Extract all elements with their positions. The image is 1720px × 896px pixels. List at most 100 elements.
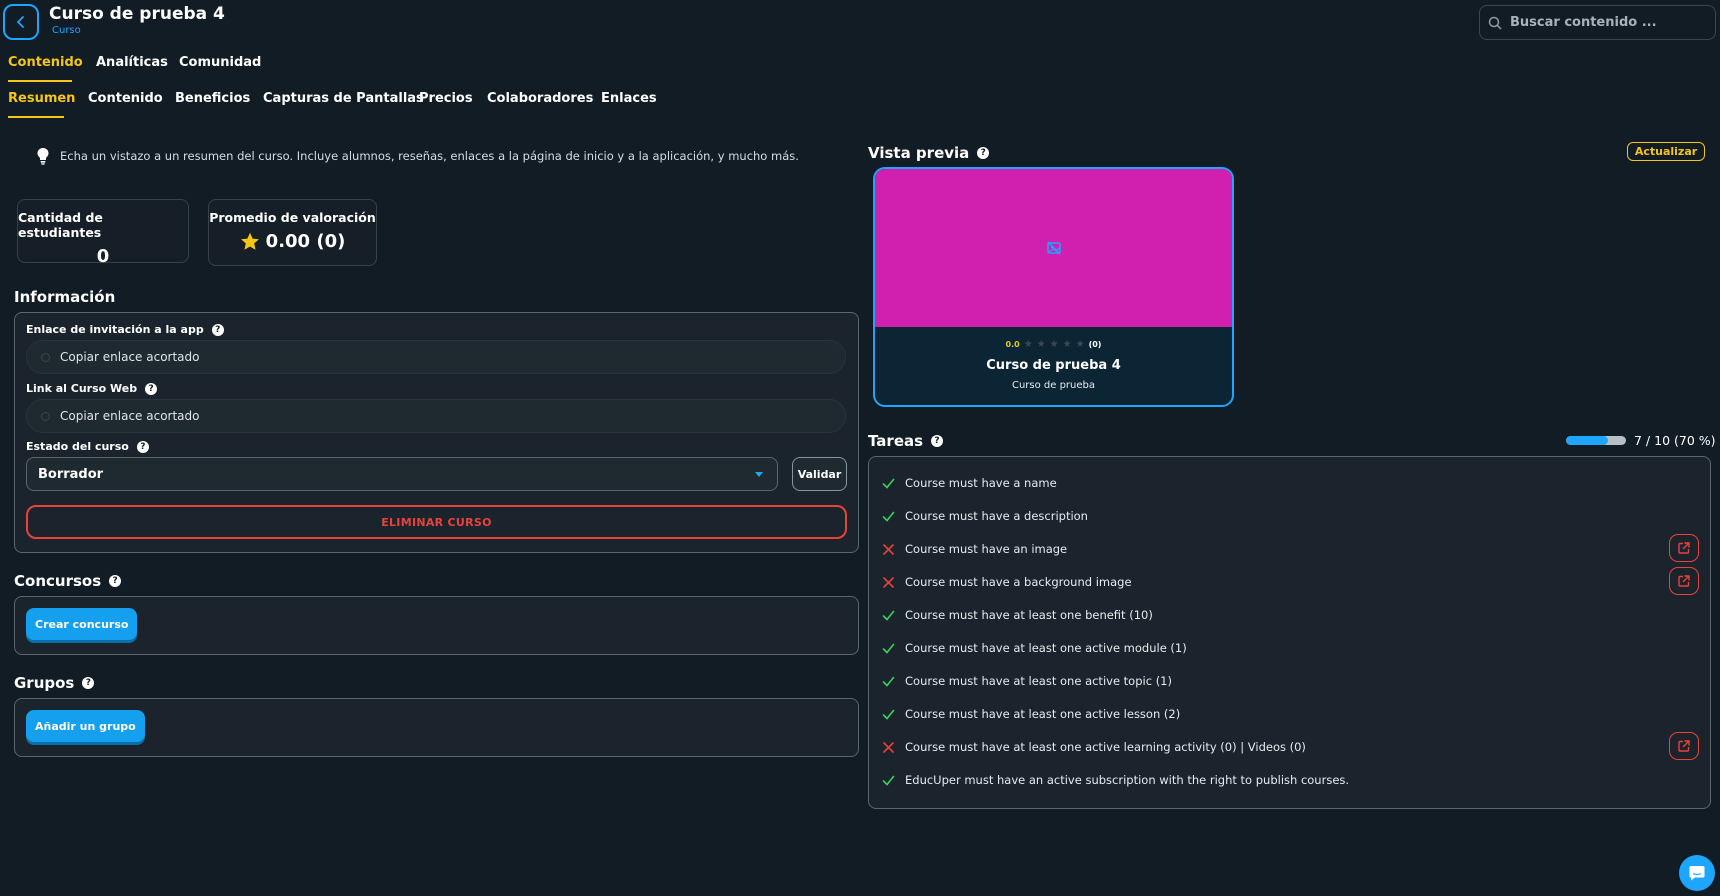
check-icon	[882, 511, 895, 522]
close-icon	[883, 576, 894, 588]
contests-panel: Crear concurso	[14, 596, 859, 655]
help-icon[interactable]: ?	[109, 575, 122, 587]
lightbulb-icon	[37, 148, 49, 165]
external-link-icon	[1678, 542, 1690, 554]
task-label: Course must have a name	[905, 476, 1057, 490]
help-icon[interactable]: ?	[977, 147, 990, 159]
search-input[interactable]	[1510, 15, 1690, 30]
preview-card-subtitle: Curso de prueba	[1011, 380, 1096, 391]
subtab-precios[interactable]: Precios	[419, 91, 473, 106]
rating-value-row: 0.00 (0)	[240, 231, 345, 252]
subtab-resumen[interactable]: Resumen	[8, 91, 75, 106]
tasks-progress-fill	[1566, 436, 1608, 445]
task-label: Course must have a description	[905, 509, 1088, 523]
status-label-row: Estado del curso ?	[26, 440, 149, 453]
help-icon[interactable]: ?	[145, 382, 158, 395]
star-icon: ★	[1062, 339, 1072, 350]
subtab-beneficios[interactable]: Beneficios	[175, 91, 250, 106]
info-section-title: Información	[14, 288, 115, 306]
preview-title-text: Vista previa	[868, 144, 970, 162]
rating-card: Promedio de valoración 0.00 (0)	[208, 199, 377, 266]
task-item: Course must have a description	[882, 509, 1088, 523]
delete-course-button[interactable]: ELIMINAR CURSO	[26, 505, 847, 539]
star-icon: ★	[1075, 339, 1085, 350]
app-link-value: Copiar enlace acortado	[60, 350, 200, 364]
external-link-icon	[1678, 575, 1690, 587]
search-icon	[1488, 16, 1502, 30]
info-title-text: Información	[14, 288, 116, 306]
task-label: Course must have at least one active mod…	[905, 641, 1187, 655]
status-label: Estado del curso	[26, 440, 129, 453]
status-select[interactable]: Borrador	[26, 457, 778, 491]
chat-icon	[1689, 866, 1705, 881]
info-panel: Enlace de invitación a la app ? Copiar e…	[14, 312, 859, 553]
star-icon: ★	[1023, 339, 1033, 350]
contests-title-text: Concursos	[14, 572, 102, 590]
web-link-value: Copiar enlace acortado	[60, 409, 200, 423]
tasks-section-title: Tareas ?	[868, 432, 944, 450]
task-item: Course must have at least one active mod…	[882, 641, 1187, 655]
star-icon: ★	[1036, 339, 1046, 350]
app-link-label: Enlace de invitación a la app	[26, 323, 204, 336]
caret-down-icon	[755, 471, 763, 477]
check-icon	[882, 709, 895, 720]
preview-card-title: Curso de prueba 4	[986, 358, 1121, 373]
groups-title-text: Grupos	[14, 674, 75, 692]
check-icon	[882, 775, 895, 786]
page-title: Curso de prueba 4	[49, 4, 225, 24]
preview-section-title: Vista previa ?	[868, 144, 990, 162]
course-preview-card[interactable]: 0.0 ★ ★ ★ ★ ★ (0) Curso de prueba 4 Curs…	[873, 167, 1234, 407]
tab-analiticas[interactable]: Analíticas	[96, 55, 168, 70]
tab-active-indicator	[8, 80, 72, 82]
web-link-field[interactable]: Copiar enlace acortado	[26, 399, 846, 433]
preview-body: 0.0 ★ ★ ★ ★ ★ (0) Curso de prueba 4 Curs…	[875, 327, 1232, 391]
image-missing-icon	[1046, 241, 1061, 255]
subtab-contenido[interactable]: Contenido	[88, 91, 163, 106]
link-status-icon	[41, 352, 50, 362]
tab-contenido[interactable]: Contenido	[8, 55, 83, 70]
subtab-colaboradores[interactable]: Colaboradores	[487, 91, 593, 106]
students-value: 0	[96, 246, 110, 267]
help-icon[interactable]: ?	[211, 323, 224, 336]
link-status-icon	[41, 411, 50, 421]
task-open-button[interactable]	[1669, 534, 1699, 562]
search-box[interactable]	[1479, 5, 1716, 40]
task-item: Course must have a name	[882, 476, 1057, 490]
subtab-active-indicator	[8, 116, 64, 118]
tab-comunidad[interactable]: Comunidad	[179, 55, 261, 70]
students-card: Cantidad de estudiantes 0	[17, 199, 189, 267]
back-button[interactable]	[3, 4, 39, 40]
help-icon[interactable]: ?	[136, 440, 149, 453]
task-open-button[interactable]	[1669, 732, 1699, 760]
chevron-left-icon	[16, 16, 24, 28]
check-icon	[882, 676, 895, 687]
help-icon[interactable]: ?	[82, 677, 95, 689]
task-label: Course must have at least one active lea…	[905, 740, 1306, 754]
subtab-enlaces[interactable]: Enlaces	[601, 91, 657, 106]
star-icon: ★	[1049, 339, 1059, 350]
task-item: Course must have at least one active top…	[882, 674, 1172, 688]
task-label: Course must have a background image	[905, 575, 1132, 589]
app-link-label-row: Enlace de invitación a la app ?	[26, 323, 224, 336]
task-item: EducUper must have an active subscriptio…	[882, 773, 1349, 787]
task-label: Course must have at least one active top…	[905, 674, 1172, 688]
check-icon	[882, 478, 895, 489]
task-item: Course must have at least one active les…	[882, 707, 1180, 721]
update-preview-button[interactable]: Actualizar	[1627, 142, 1705, 161]
add-group-button[interactable]: Añadir un grupo	[26, 710, 145, 742]
groups-section-title: Grupos ?	[14, 674, 95, 692]
close-icon	[883, 741, 894, 753]
task-label: Course must have at least one benefit (1…	[905, 608, 1153, 622]
task-open-button[interactable]	[1669, 567, 1699, 595]
task-item: Course must have at least one benefit (1…	[882, 608, 1153, 622]
app-link-field[interactable]: Copiar enlace acortado	[26, 340, 846, 374]
help-icon[interactable]: ?	[931, 435, 944, 447]
task-label: Course must have an image	[905, 542, 1068, 556]
validate-button[interactable]: Validar	[792, 457, 847, 491]
subtab-capturas[interactable]: Capturas de Pantallas	[263, 91, 424, 106]
create-contest-button[interactable]: Crear concurso	[26, 608, 138, 640]
tasks-panel: Course must have a name Course must have …	[868, 456, 1711, 809]
chat-button[interactable]	[1679, 855, 1715, 891]
tasks-progress-bar	[1566, 436, 1626, 445]
external-link-icon	[1678, 740, 1690, 752]
